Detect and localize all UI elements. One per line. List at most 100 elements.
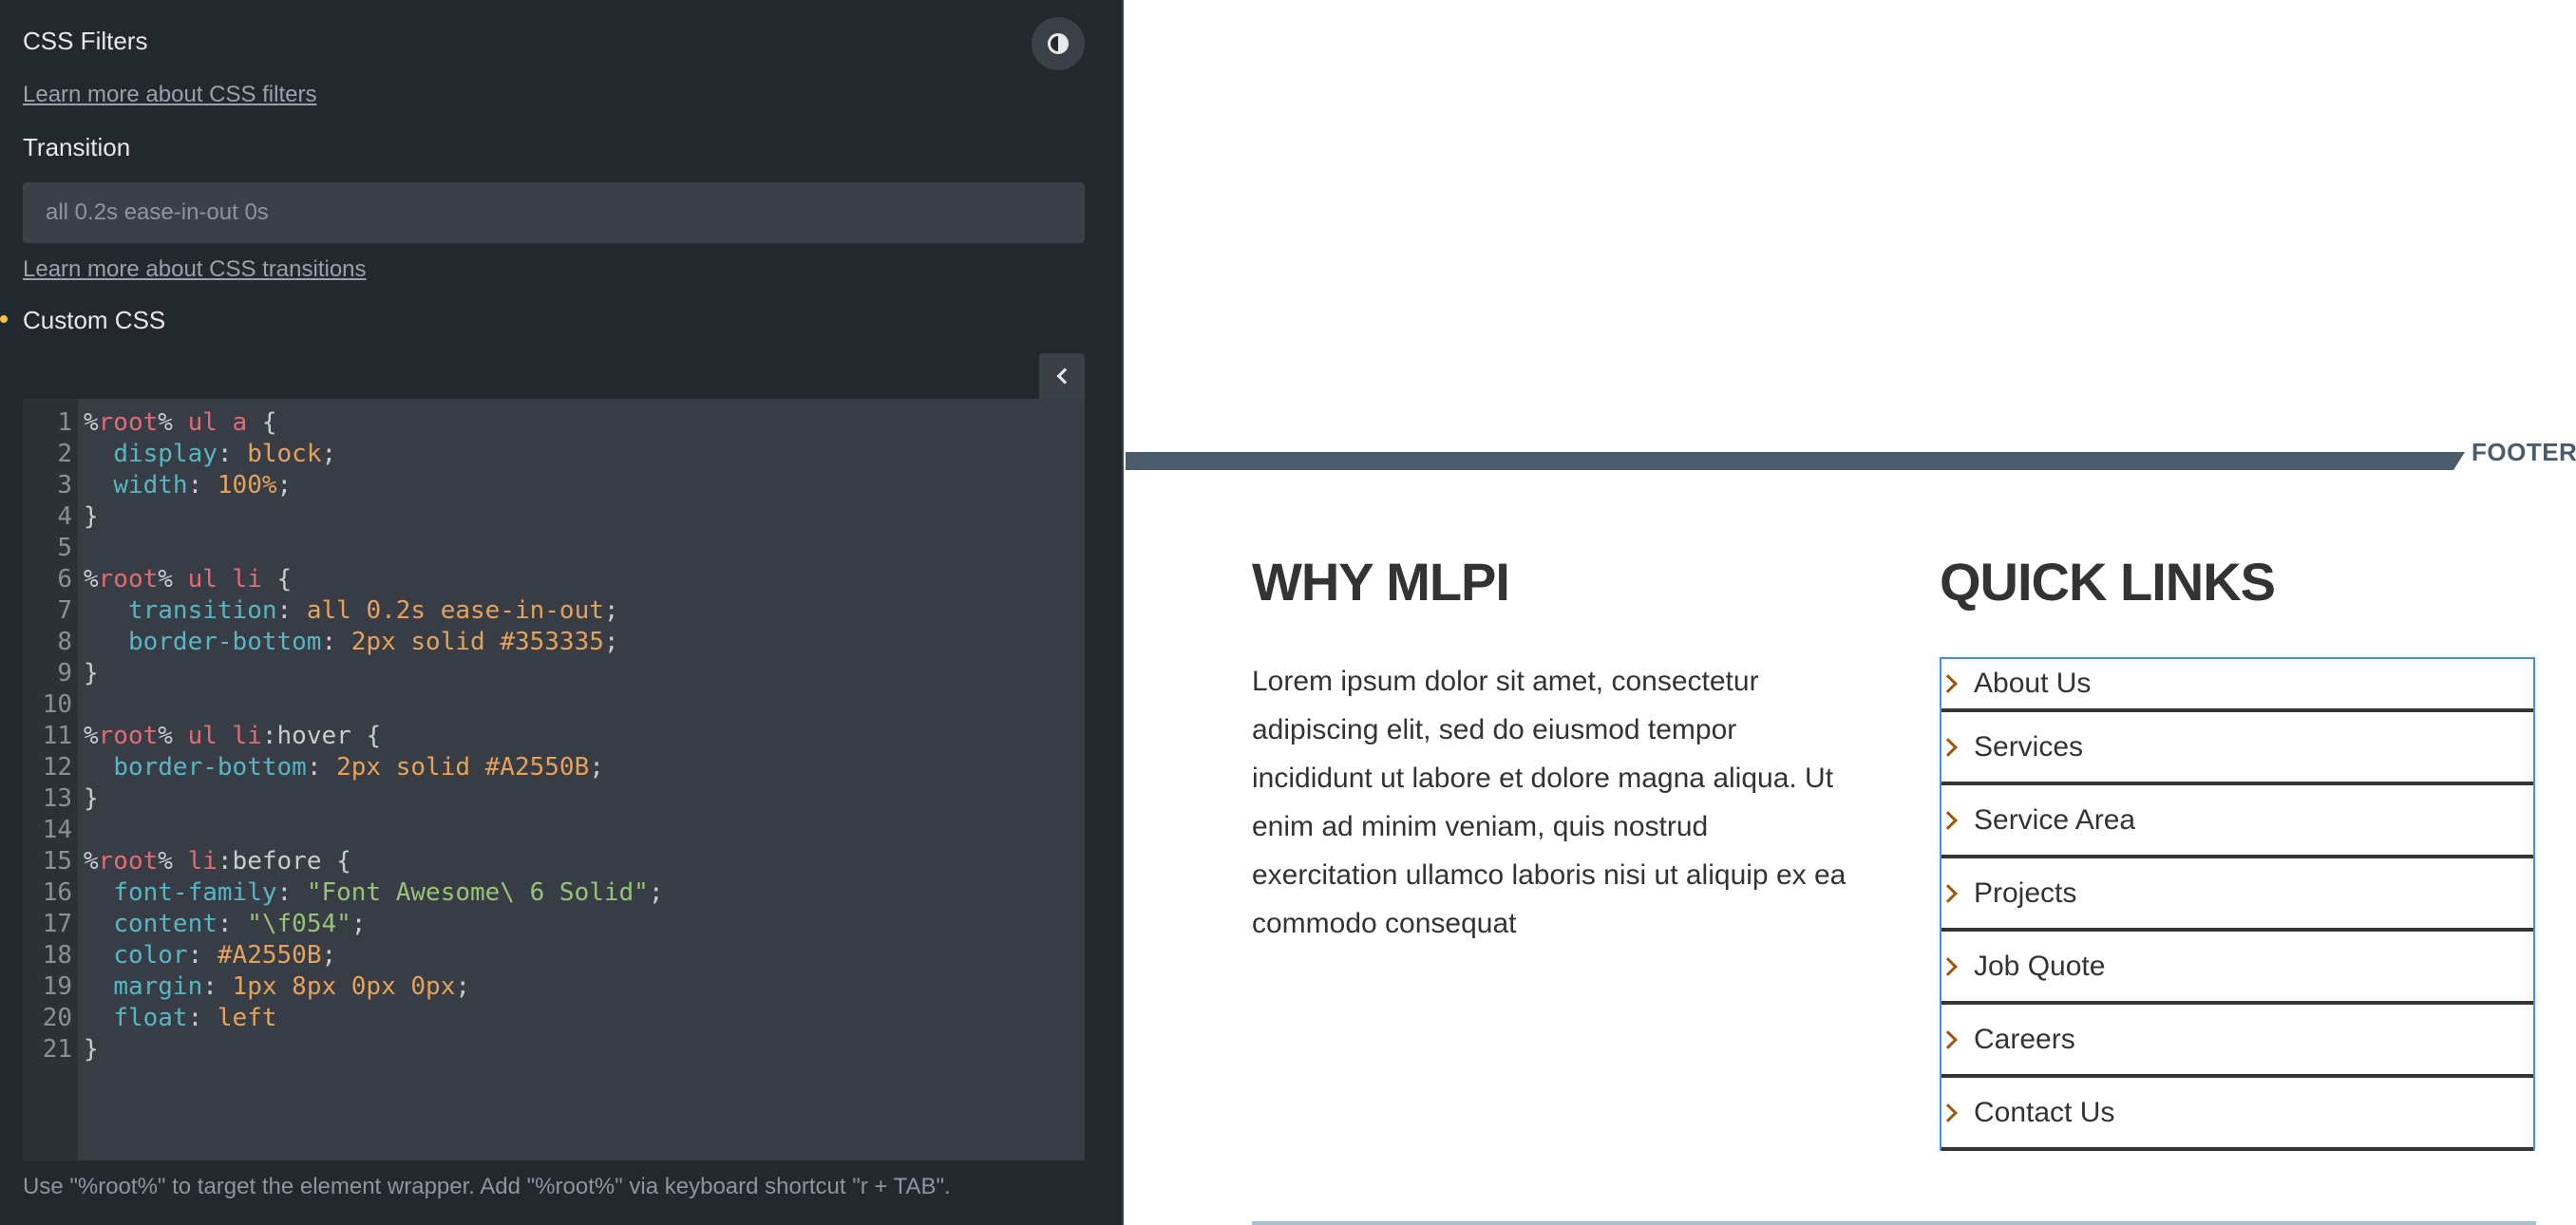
code-text: }: [84, 659, 99, 688]
line-number: 8: [57, 628, 72, 656]
code-line: 19 margin: 1px 8px 0px 0px;: [23, 971, 1085, 1003]
code-line: 7 transition: all 0.2s ease-in-out;: [23, 595, 1085, 627]
code-line: 8 border-bottom: 2px solid #353335;: [23, 627, 1085, 658]
line-number: 19: [42, 972, 72, 1001]
chevron-left-icon: [1056, 368, 1072, 385]
why-mlpi-text: Lorem ipsum dolor sit amet, consectetur …: [1252, 666, 1847, 939]
css-filters-link[interactable]: Learn more about CSS filters: [23, 82, 316, 108]
line-number: 2: [57, 440, 72, 468]
code-text: %root% li:before {: [84, 847, 351, 876]
line-number: 14: [42, 816, 72, 844]
code-line: 6 %root% ul li {: [23, 564, 1085, 595]
quick-link-item[interactable]: Contact Us: [1939, 1078, 2533, 1151]
line-number: 12: [42, 753, 72, 782]
line-number: 4: [57, 502, 72, 531]
transition-input[interactable]: [23, 182, 1085, 243]
code-line: 4}: [23, 501, 1085, 533]
code-text: color: #A2550B;: [113, 941, 337, 970]
code-line: 9}: [23, 658, 1085, 689]
collapse-editor-button[interactable]: [1039, 353, 1085, 399]
line-number: 13: [42, 784, 72, 813]
page-preview: FOOTER WHY MLPI Lorem ipsum dolor sit am…: [1126, 0, 2576, 1225]
quick-link-item[interactable]: Service Area: [1939, 785, 2533, 858]
line-number: 21: [42, 1035, 72, 1064]
code-line: 1 %root% ul a {: [23, 407, 1085, 439]
code-text: content: "\f054";: [113, 910, 367, 938]
line-number: 5: [57, 534, 72, 562]
chevron-right-icon: [1939, 674, 1958, 693]
code-line: 12 border-bottom: 2px solid #A2550B;: [23, 752, 1085, 783]
line-number: 3: [57, 471, 72, 499]
code-line: 10: [23, 689, 1085, 721]
footer-divider-tip: [2453, 452, 2465, 470]
chevron-right-icon: [1939, 737, 1958, 757]
line-number: 1: [57, 408, 72, 437]
transition-label: Transition: [23, 133, 131, 161]
quick-link-item[interactable]: Projects: [1939, 858, 2533, 932]
quick-link-item[interactable]: Job Quote: [1939, 932, 2533, 1005]
code-text: }: [84, 1035, 99, 1064]
quick-link-label: Services: [1974, 730, 2084, 763]
chevron-right-icon: [1939, 1102, 1958, 1122]
code-text: %root% ul li {: [84, 565, 293, 594]
code-line: 15 %root% li:before {: [23, 846, 1085, 877]
quick-link-item[interactable]: Careers: [1939, 1005, 2533, 1078]
line-number: 11: [42, 722, 72, 750]
quick-link-label: Projects: [1974, 876, 2077, 909]
quick-link-item[interactable]: Services: [1939, 712, 2533, 785]
code-line: 2 display: block;: [23, 439, 1085, 470]
code-text: border-bottom: 2px solid #A2550B;: [113, 753, 604, 782]
code-line: 14: [23, 815, 1085, 846]
css-transitions-link[interactable]: Learn more about CSS transitions: [23, 256, 367, 283]
line-number: 16: [42, 878, 72, 907]
contrast-toggle-button[interactable]: [1032, 17, 1085, 70]
modified-indicator-dot: [0, 315, 8, 323]
code-text: %root% ul a {: [84, 408, 277, 437]
code-text: transition: all 0.2s ease-in-out;: [127, 596, 619, 625]
code-text: border-bottom: 2px solid #353335;: [127, 628, 619, 656]
chevron-right-icon: [1939, 883, 1958, 903]
custom-css-code-editor[interactable]: 1 %root% ul a {2 display: block; 3 width: …: [23, 399, 1085, 1160]
custom-css-label: Custom CSS: [23, 306, 166, 334]
code-text: float: left: [113, 1004, 277, 1032]
code-text: display: block;: [113, 440, 337, 468]
footer-section-label[interactable]: FOOTER: [2472, 438, 2576, 467]
line-number: 20: [42, 1004, 72, 1032]
code-line: 18 color: #A2550B;: [23, 940, 1085, 971]
code-line: 5: [23, 533, 1085, 564]
code-line: 3 width: 100%;: [23, 470, 1085, 501]
code-text: font-family: "Font Awesome\ 6 Solid";: [113, 878, 664, 907]
code-line: 21}: [23, 1034, 1085, 1065]
line-number: 17: [42, 910, 72, 938]
quick-link-label: Contact Us: [1974, 1096, 2115, 1128]
code-text: margin: 1px 8px 0px 0px;: [113, 972, 471, 1001]
chevron-right-icon: [1939, 1029, 1958, 1049]
code-text: }: [84, 502, 99, 531]
quick-link-label: Job Quote: [1974, 950, 2106, 982]
footer-divider-bar: [1126, 452, 2453, 470]
code-line: 13}: [23, 783, 1085, 815]
code-line: 11 %root% ul li:hover {: [23, 721, 1085, 752]
quick-links-heading: QUICK LINKS: [1940, 552, 2276, 612]
contrast-icon: [1048, 33, 1069, 54]
panel-title: CSS Filters: [23, 27, 148, 55]
line-number: 7: [57, 596, 72, 625]
line-number: 10: [42, 690, 72, 719]
line-number: 9: [57, 659, 72, 688]
code-lines: 1 %root% ul a {2 display: block; 3 width: …: [23, 407, 1085, 1065]
help-text: Use "%root%" to target the element wrapp…: [23, 1174, 951, 1199]
line-number: 18: [42, 941, 72, 970]
code-line: 20 float: left: [23, 1003, 1085, 1034]
quick-link-item[interactable]: About Us: [1939, 659, 2533, 712]
code-text: %root% ul li:hover {: [84, 722, 382, 750]
quick-links-list: About Us Services Service Area Projects Job …: [1939, 657, 2535, 1151]
code-text: }: [84, 784, 99, 813]
code-line: 16 font-family: "Font Awesome\ 6 Solid";: [23, 877, 1085, 909]
quick-link-label: Service Area: [1974, 803, 2136, 836]
quick-link-label: About Us: [1974, 668, 2092, 699]
chevron-right-icon: [1939, 956, 1958, 976]
editor-panel: CSS Filters Learn more about CSS filters…: [0, 0, 1124, 1225]
